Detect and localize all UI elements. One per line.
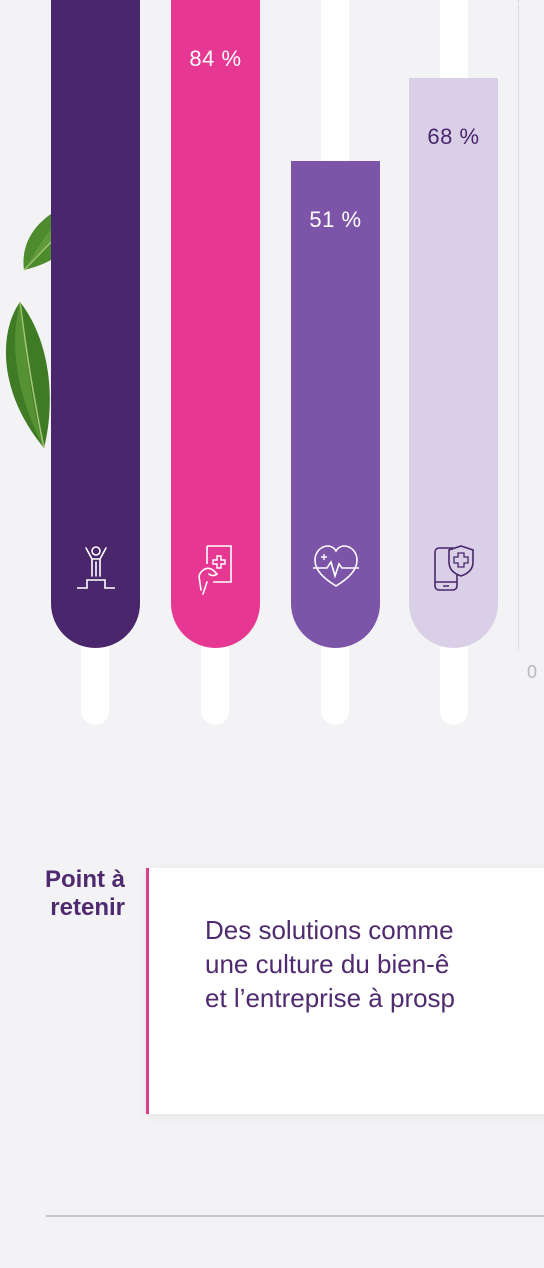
heart-pulse-icon bbox=[312, 545, 359, 587]
bar-value-label: 68 % bbox=[427, 124, 480, 150]
takeaway-text-line1: Des solutions comme bbox=[205, 915, 454, 945]
takeaway-heading-line1: Point à bbox=[44, 866, 125, 893]
takeaway-heading-line2: retenir bbox=[50, 894, 125, 921]
takeaway-card: Des solutions comme une culture du bien-… bbox=[146, 868, 544, 1114]
bar bbox=[51, 0, 140, 648]
person-podium-icon bbox=[76, 546, 115, 589]
takeaway-heading: Point à retenir bbox=[0, 866, 125, 922]
medical-document-hand-icon bbox=[197, 545, 232, 595]
takeaway-text: Des solutions comme une culture du bien-… bbox=[205, 913, 544, 1015]
bar: 51 % bbox=[291, 161, 380, 648]
bar-value-label: 84 % bbox=[189, 46, 242, 71]
y-axis-tick-label: 0 bbox=[527, 662, 538, 682]
takeaway-text-line2: une culture du bien-ê bbox=[205, 949, 450, 979]
page: 84 % 51 % 68 % 0 Point à retenir Des sol… bbox=[0, 0, 544, 1268]
footer-divider bbox=[46, 1215, 544, 1217]
takeaway-text-line3: et l’entreprise à prosp bbox=[205, 983, 456, 1013]
bar-value-label: 51 % bbox=[309, 207, 362, 232]
phone-shield-cross-icon bbox=[433, 545, 474, 591]
bar: 84 % bbox=[171, 0, 260, 648]
y-axis-gridline bbox=[518, 0, 519, 650]
bar: 68 % bbox=[409, 78, 498, 648]
